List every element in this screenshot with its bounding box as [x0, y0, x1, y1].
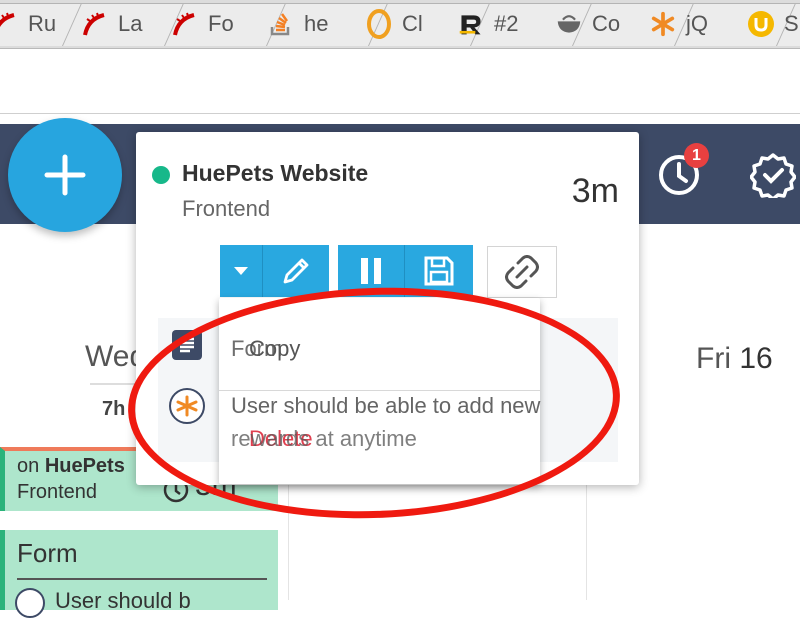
- event-task: Frontend: [17, 481, 98, 503]
- tab-content: #2: [458, 6, 518, 42]
- u-badge-icon: [748, 11, 774, 37]
- edit-button[interactable]: [262, 245, 329, 297]
- notification-badge: 1: [684, 143, 709, 168]
- tab-content: jQ: [650, 6, 708, 42]
- day-total-hours: 7h: [102, 398, 126, 420]
- day-number: 16: [739, 342, 773, 375]
- browser-tab-strip: Ru La Fo he Cl #2 Co jQ S: [0, 0, 800, 49]
- unlink-button[interactable]: [487, 246, 557, 298]
- event-description: User should b: [55, 588, 191, 613]
- pivotal-icon: [15, 588, 45, 618]
- stackoverflow-icon: [268, 11, 294, 37]
- rails-icon: [0, 11, 18, 37]
- day-name: Fri: [696, 342, 731, 375]
- plus-icon: [44, 154, 86, 196]
- tab-label: S: [784, 11, 799, 36]
- calendar-event[interactable]: Form User should b: [0, 530, 278, 618]
- tab-label: Co: [592, 11, 621, 36]
- tab-content: Co: [556, 6, 620, 42]
- tab-content: La: [82, 6, 142, 42]
- tab-content: Ru: [0, 6, 56, 42]
- r-logo-icon: [458, 11, 484, 37]
- task-name: Frontend: [182, 196, 271, 221]
- chevron-down-icon: [234, 267, 248, 275]
- tab-label: Ru: [28, 11, 57, 36]
- tab-content: Cl: [366, 6, 423, 42]
- unlink-icon: [505, 255, 539, 289]
- tab-label: jQ: [686, 11, 708, 36]
- pause-icon: [361, 258, 381, 284]
- tab-content: S: [748, 6, 799, 42]
- more-options-button[interactable]: [220, 245, 262, 297]
- add-entry-button[interactable]: [8, 118, 122, 232]
- opera-o-icon: [366, 9, 392, 39]
- rails-icon: [82, 11, 108, 37]
- tab-label: Cl: [402, 11, 423, 36]
- asterisk-icon: [650, 11, 676, 37]
- rails-icon: [172, 11, 198, 37]
- tab-label: #2: [494, 11, 519, 36]
- pencil-icon: [283, 258, 309, 284]
- address-bar[interactable]: [0, 49, 800, 114]
- bowl-icon: [556, 11, 582, 37]
- status-dot: [152, 166, 170, 184]
- event-divider: [17, 578, 267, 580]
- badge-check-icon[interactable]: [750, 152, 796, 198]
- tab-label: La: [118, 11, 143, 36]
- event-project: on HuePets: [17, 455, 125, 477]
- project-name: HuePets Website: [182, 160, 369, 186]
- save-icon: [424, 256, 454, 286]
- tab-label: Fo: [208, 11, 234, 36]
- timer-duration: 3m: [571, 172, 619, 210]
- tab-label: he: [304, 11, 329, 36]
- tab-content: he: [268, 6, 328, 42]
- tab-content: Fo: [172, 6, 234, 42]
- day-header-fri[interactable]: Fri 16: [696, 342, 773, 376]
- event-title: Form: [17, 538, 78, 568]
